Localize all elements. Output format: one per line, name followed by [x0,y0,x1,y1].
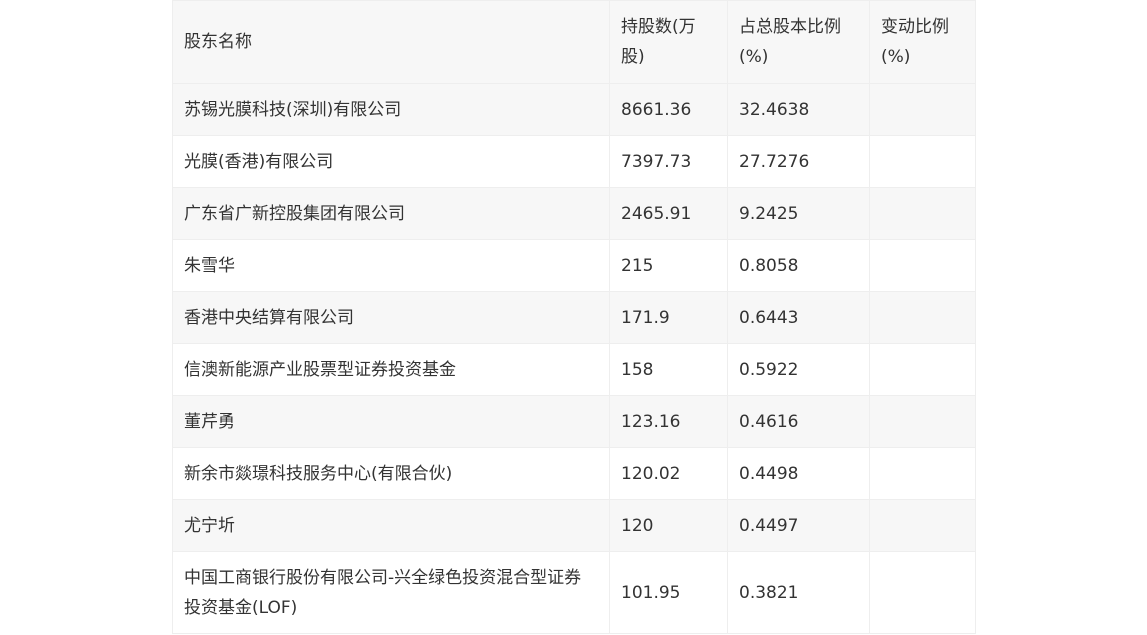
cell-ratio: 0.4497 [727,499,870,552]
cell-ratio: 0.4498 [727,447,870,500]
cell-name: 董芹勇 [172,395,610,448]
cell-shares: 171.9 [609,291,728,344]
cell-shares: 215 [609,239,728,292]
table-row: 信澳新能源产业股票型证券投资基金 158 0.5922 [172,343,976,396]
cell-ratio: 0.4616 [727,395,870,448]
cell-name: 广东省广新控股集团有限公司 [172,187,610,240]
cell-change [869,499,976,552]
table-row: 新余市燚璟科技服务中心(有限合伙) 120.02 0.4498 [172,447,976,500]
header-shares: 持股数(万股) [609,0,728,84]
shareholders-table: 股东名称 持股数(万股) 占总股本比例(%) 变动比例(%) 苏锡光膜科技(深圳… [172,0,976,634]
cell-shares: 8661.36 [609,83,728,136]
cell-name: 新余市燚璟科技服务中心(有限合伙) [172,447,610,500]
cell-change [869,551,976,634]
cell-change [869,187,976,240]
cell-shares: 123.16 [609,395,728,448]
table-row: 尤宁圻 120 0.4497 [172,499,976,552]
cell-change [869,343,976,396]
cell-shares: 2465.91 [609,187,728,240]
header-ratio: 占总股本比例(%) [727,0,870,84]
cell-change [869,239,976,292]
cell-name: 苏锡光膜科技(深圳)有限公司 [172,83,610,136]
table-row: 香港中央结算有限公司 171.9 0.6443 [172,291,976,344]
cell-shares: 158 [609,343,728,396]
cell-change [869,83,976,136]
cell-ratio: 27.7276 [727,135,870,188]
cell-shares: 7397.73 [609,135,728,188]
page: 股东名称 持股数(万股) 占总股本比例(%) 变动比例(%) 苏锡光膜科技(深圳… [0,0,1147,635]
table-row: 朱雪华 215 0.8058 [172,239,976,292]
cell-change [869,447,976,500]
table-row: 光膜(香港)有限公司 7397.73 27.7276 [172,135,976,188]
table-header-row: 股东名称 持股数(万股) 占总股本比例(%) 变动比例(%) [172,0,976,84]
header-change: 变动比例(%) [869,0,976,84]
cell-change [869,395,976,448]
cell-name: 尤宁圻 [172,499,610,552]
table-row: 苏锡光膜科技(深圳)有限公司 8661.36 32.4638 [172,83,976,136]
cell-ratio: 0.3821 [727,551,870,634]
cell-change [869,291,976,344]
cell-name: 朱雪华 [172,239,610,292]
cell-ratio: 0.5922 [727,343,870,396]
cell-name: 信澳新能源产业股票型证券投资基金 [172,343,610,396]
cell-ratio: 9.2425 [727,187,870,240]
header-name: 股东名称 [172,0,610,84]
cell-shares: 120.02 [609,447,728,500]
cell-change [869,135,976,188]
cell-name: 香港中央结算有限公司 [172,291,610,344]
cell-name: 中国工商银行股份有限公司-兴全绿色投资混合型证券投资基金(LOF) [172,551,610,634]
table-row: 广东省广新控股集团有限公司 2465.91 9.2425 [172,187,976,240]
cell-shares: 120 [609,499,728,552]
cell-ratio: 0.6443 [727,291,870,344]
table-row: 中国工商银行股份有限公司-兴全绿色投资混合型证券投资基金(LOF) 101.95… [172,551,976,634]
cell-shares: 101.95 [609,551,728,634]
cell-ratio: 0.8058 [727,239,870,292]
table-row: 董芹勇 123.16 0.4616 [172,395,976,448]
cell-name: 光膜(香港)有限公司 [172,135,610,188]
cell-ratio: 32.4638 [727,83,870,136]
